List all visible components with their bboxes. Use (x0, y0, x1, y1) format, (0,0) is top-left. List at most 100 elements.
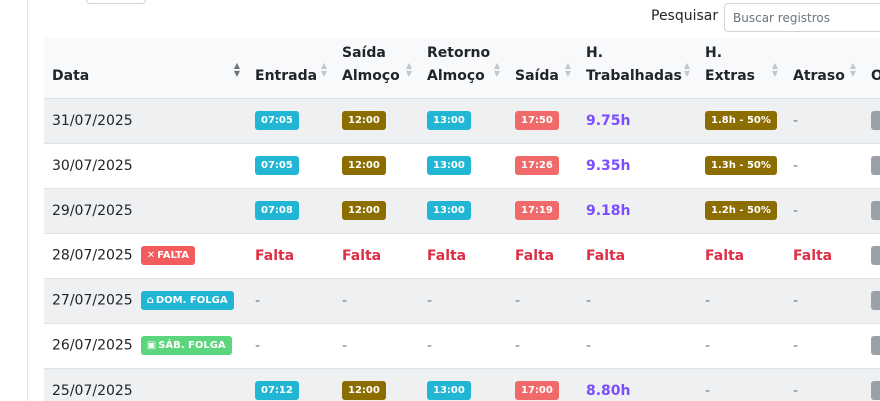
col-header-retorno-almoco[interactable]: Retorno Almoço ▲ ▼ (419, 38, 507, 99)
calendar-icon: ▣ (146, 340, 157, 351)
atraso-cell: Falta (785, 233, 863, 279)
col-header-label: Retorno Almoço (427, 44, 491, 84)
col-header-label: Atraso (793, 67, 845, 84)
horas-cell: 8.80h (578, 368, 697, 401)
date-cell: 28/07/2025 ✕ FALTA (44, 233, 247, 279)
entrada-cell: - (247, 323, 334, 369)
folga-status-badge: ▣ SÁB. FOLGA (140, 336, 232, 355)
obs-cell (863, 278, 880, 324)
retorno-almoco-cell: 13:00 (419, 143, 507, 189)
extras-cell: Falta (697, 233, 785, 279)
obs-badge[interactable] (871, 246, 880, 265)
sort-icon: ▲ ▼ (493, 60, 501, 78)
hours-value: 9.35h (586, 157, 631, 174)
saida-cell: - (507, 278, 578, 324)
col-header-label: Saída Almoço (342, 44, 400, 84)
saida-almoco-cell: 12:00 (334, 188, 419, 234)
retorno-almoco-cell: 13:00 (419, 188, 507, 234)
page-length-select[interactable] (86, 0, 146, 4)
horas-cell: - (578, 323, 697, 369)
saida-almoco-cell: Falta (334, 233, 419, 279)
sort-icon: ▲ ▼ (683, 60, 691, 78)
horas-cell: 9.75h (578, 98, 697, 144)
time-badge: 13:00 (427, 111, 471, 130)
time-badge: 07:08 (255, 201, 299, 220)
date-cell: 31/07/2025 (44, 98, 247, 144)
entrada-cell: 07:08 (247, 188, 334, 234)
col-header-horas-extras[interactable]: H. Extras ▲ ▼ (697, 38, 785, 99)
col-header-label: Data (52, 67, 90, 84)
col-header-saida-almoco[interactable]: Saída Almoço ▲ ▼ (334, 38, 419, 99)
saida-almoco-cell: 12:00 (334, 143, 419, 189)
obs-cell (863, 143, 880, 189)
time-badge: 17:26 (515, 156, 559, 175)
obs-badge[interactable] (871, 291, 880, 310)
saida-cell: - (507, 323, 578, 369)
sort-icon: ▲ ▼ (849, 60, 857, 78)
time-badge: 12:00 (342, 381, 386, 400)
date-cell: 29/07/2025 (44, 188, 247, 234)
time-badge: 17:00 (515, 381, 559, 400)
saida-almoco-cell: 12:00 (334, 368, 419, 401)
atraso-cell: - (785, 188, 863, 234)
atraso-cell: - (785, 98, 863, 144)
col-header-label: Entrada (255, 67, 318, 84)
time-badge: 13:00 (427, 381, 471, 400)
falta-status-badge: ✕ FALTA (140, 246, 196, 265)
col-header-saida[interactable]: Saída ▲ ▼ (507, 38, 578, 99)
date-text: 28/07/2025 (52, 247, 133, 264)
home-icon: ⌂ (146, 295, 154, 306)
saida-cell: 17:19 (507, 188, 578, 234)
col-header-label: Saída (515, 67, 559, 84)
date-text: 27/07/2025 (52, 292, 133, 309)
records-table: Data ▲ ▼ Entrada ▲ ▼ Saída Almoço ▲ ▼ Retorno … (44, 38, 880, 401)
col-header-label: H. Extras (705, 44, 755, 84)
retorno-almoco-cell: 13:00 (419, 368, 507, 401)
col-header-data[interactable]: Data ▲ ▼ (44, 38, 247, 99)
time-badge: 07:12 (255, 381, 299, 400)
obs-badge[interactable] (871, 336, 880, 355)
table-row: 27/07/2025 ⌂ DOM. FOLGA - - - - - - - (44, 278, 880, 324)
col-header-atraso[interactable]: Atraso ▲ ▼ (785, 38, 863, 99)
extras-cell: 1.2h - 50% (697, 188, 785, 234)
time-badge: 07:05 (255, 111, 299, 130)
date-cell: 25/07/2025 (44, 368, 247, 401)
col-header-horas-trabalhadas[interactable]: H. Trabalhadas ▲ ▼ (578, 38, 697, 99)
extras-badge: 1.8h - 50% (705, 111, 777, 130)
time-badge: 07:05 (255, 156, 299, 175)
obs-cell (863, 233, 880, 279)
obs-badge[interactable] (871, 111, 880, 130)
sort-icon: ▲ ▼ (320, 60, 328, 78)
atraso-cell: - (785, 323, 863, 369)
atraso-cell: - (785, 143, 863, 189)
retorno-almoco-cell: Falta (419, 233, 507, 279)
col-header-entrada[interactable]: Entrada ▲ ▼ (247, 38, 334, 99)
extras-badge: 1.3h - 50% (705, 156, 777, 175)
hours-value: 9.18h (586, 202, 631, 219)
search-input[interactable] (724, 3, 880, 32)
horas-cell: 9.18h (578, 188, 697, 234)
col-header-label: O (871, 67, 880, 84)
extras-cell: - (697, 323, 785, 369)
obs-cell (863, 368, 880, 401)
entrada-cell: - (247, 278, 334, 324)
obs-cell (863, 323, 880, 369)
obs-badge[interactable] (871, 201, 880, 220)
horas-cell: - (578, 278, 697, 324)
obs-cell (863, 188, 880, 234)
obs-badge[interactable] (871, 381, 880, 400)
hours-value: 9.75h (586, 112, 631, 129)
folga-status-badge: ⌂ DOM. FOLGA (140, 291, 234, 310)
extras-cell: - (697, 278, 785, 324)
table-row: 25/07/2025 07:12 12:00 13:00 17:00 8.80h… (44, 368, 880, 401)
sort-icon: ▲ ▼ (771, 60, 779, 78)
col-header-label: H. Trabalhadas (586, 44, 682, 84)
entrada-cell: 07:05 (247, 143, 334, 189)
table-row: 30/07/2025 07:05 12:00 13:00 17:26 9.35h… (44, 143, 880, 189)
time-badge: 12:00 (342, 156, 386, 175)
left-divider (27, 0, 28, 401)
col-header-obs[interactable]: O (863, 38, 880, 99)
retorno-almoco-cell: - (419, 323, 507, 369)
obs-cell (863, 98, 880, 144)
obs-badge[interactable] (871, 156, 880, 175)
